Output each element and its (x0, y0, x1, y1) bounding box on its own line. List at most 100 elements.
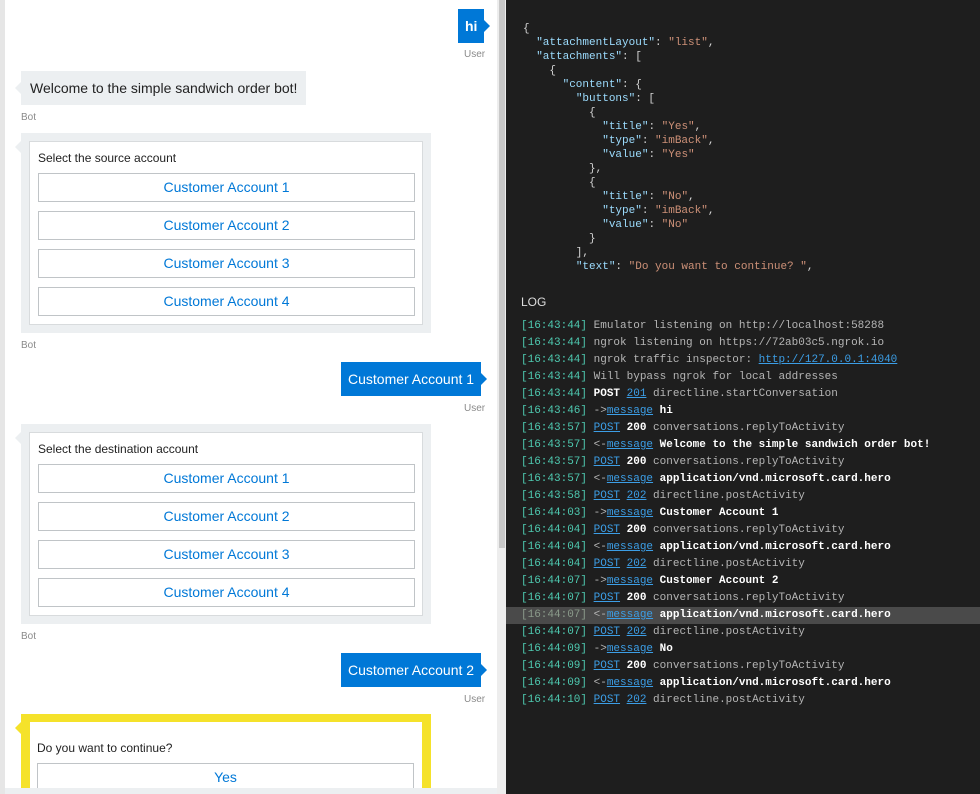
json-line: "type": "imBack", (523, 134, 980, 148)
log-link[interactable]: message (607, 609, 653, 621)
card-button[interactable]: Customer Account 4 (38, 287, 415, 316)
log-link[interactable]: message (607, 507, 653, 519)
card-text: Select the destination account (38, 442, 199, 456)
log-timestamp: [16:44:03] (521, 507, 588, 519)
card-button[interactable]: Customer Account 2 (38, 211, 415, 240)
bot-message[interactable]: Welcome to the simple sandwich order bot… (14, 71, 307, 105)
log-timestamp: [16:44:09] (521, 660, 588, 672)
log-link[interactable]: message (607, 643, 653, 655)
user-message[interactable]: Customer Account 2 (341, 653, 488, 687)
input-area[interactable] (5, 788, 501, 794)
log-link[interactable]: POST (594, 660, 620, 672)
log-text: 200 (620, 422, 647, 434)
log-row[interactable]: [16:44:09] POST 200 conversations.replyT… (506, 658, 980, 675)
log-link[interactable]: message (607, 575, 653, 587)
log-text: -> (593, 575, 607, 587)
log-link[interactable]: message (607, 405, 653, 417)
log-row[interactable]: [16:44:09] ->message No (506, 641, 980, 658)
card-button[interactable]: Customer Account 2 (38, 502, 415, 531)
json-inspector[interactable]: { "attachmentLayout": "list", "attachmen… (523, 22, 980, 280)
log-link[interactable]: POST (594, 422, 620, 434)
log-row[interactable]: [16:43:44] POST 201 directline.startConv… (506, 386, 980, 403)
log-text: hi (653, 405, 673, 417)
log-link[interactable]: POST (594, 694, 620, 706)
log-row[interactable]: [16:43:57] POST 200 conversations.replyT… (506, 454, 980, 471)
hero-card[interactable]: Select the destination account Customer … (15, 424, 431, 624)
log-row-selected[interactable]: [16:44:07] <-message application/vnd.mic… (506, 607, 980, 624)
log-link[interactable]: 202 (627, 626, 647, 638)
json-token: "Do you want to continue? " (628, 261, 807, 273)
log-row[interactable]: [16:43:57] <-message application/vnd.mic… (506, 471, 980, 488)
log-row[interactable]: [16:44:04] <-message application/vnd.mic… (506, 539, 980, 556)
log-row[interactable]: [16:43:44] ngrok traffic inspector: http… (506, 352, 980, 369)
log-link[interactable]: 202 (627, 558, 647, 570)
card-button[interactable]: Customer Account 4 (38, 578, 415, 607)
log-row[interactable]: [16:44:04] POST 200 conversations.replyT… (506, 522, 980, 539)
hero-card[interactable]: Select the source account Customer Accou… (15, 133, 431, 333)
log-link[interactable]: 201 (627, 388, 647, 400)
selected-hero-card[interactable]: Do you want to continue? Yes (15, 714, 431, 794)
card-button[interactable]: Customer Account 1 (38, 173, 415, 202)
log-row[interactable]: [16:43:44] Will bypass ngrok for local a… (506, 369, 980, 386)
log-row[interactable]: [16:44:09] <-message application/vnd.mic… (506, 675, 980, 692)
log-link[interactable]: POST (594, 456, 620, 468)
log-row[interactable]: [16:43:44] Emulator listening on http://… (506, 318, 980, 335)
log-row[interactable]: [16:44:07] POST 202 directline.postActiv… (506, 624, 980, 641)
json-token: , (707, 205, 715, 217)
log-timestamp: [16:44:07] (521, 575, 588, 587)
json-token: "title" (602, 191, 649, 203)
log-timestamp: [16:43:57] (521, 456, 588, 468)
log-timestamp: [16:44:09] (521, 677, 588, 689)
log-timestamp: [16:44:07] (521, 592, 588, 604)
log-timestamp: [16:44:04] (521, 558, 588, 570)
chat-pane: hi User Welcome to the simple sandwich o… (0, 0, 506, 794)
log-link[interactable]: 202 (627, 694, 647, 706)
json-line: { (523, 176, 980, 190)
log-text: Emulator listening on http://localhost:5… (593, 320, 885, 332)
log-link[interactable]: POST (594, 490, 620, 502)
log-link[interactable]: POST (594, 524, 620, 536)
log-row[interactable]: [16:44:10] POST 202 directline.postActiv… (506, 692, 980, 709)
user-message[interactable]: Customer Account 1 (341, 362, 488, 396)
scrollbar-thumb[interactable] (499, 0, 505, 548)
log-row[interactable]: [16:43:46] ->message hi (506, 403, 980, 420)
log-row[interactable]: [16:43:44] ngrok listening on https://72… (506, 335, 980, 352)
card-button[interactable]: Customer Account 3 (38, 540, 415, 569)
json-token: } (523, 233, 596, 245)
log-link[interactable]: message (607, 439, 653, 451)
log-link[interactable]: message (607, 541, 653, 553)
log-row[interactable]: [16:44:03] ->message Customer Account 1 (506, 505, 980, 522)
log-text: <- (593, 541, 607, 553)
log-text: directline.startConversation (646, 388, 838, 400)
json-line: "title": "Yes", (523, 120, 980, 134)
log-timestamp: [16:43:58] (521, 490, 588, 502)
json-token: : (648, 149, 662, 161)
log-timestamp: [16:44:07] (521, 609, 588, 621)
log-link[interactable]: message (607, 473, 653, 485)
user-message[interactable]: hi (458, 9, 492, 43)
log-text: directline.postActivity (646, 558, 805, 570)
pane-edge (0, 0, 5, 794)
log-link[interactable]: POST (594, 626, 620, 638)
card-button[interactable]: Customer Account 1 (38, 464, 415, 493)
log-text: conversations.replyToActivity (646, 524, 845, 536)
log-row[interactable]: [16:43:57] POST 200 conversations.replyT… (506, 420, 980, 437)
log-row[interactable]: [16:43:58] POST 202 directline.postActiv… (506, 488, 980, 505)
log-link[interactable]: message (607, 677, 653, 689)
log-row[interactable]: [16:44:04] POST 202 directline.postActiv… (506, 556, 980, 573)
log-row[interactable]: [16:43:57] <-message Welcome to the simp… (506, 437, 980, 454)
log-link[interactable]: http://127.0.0.1:4040 (759, 354, 898, 366)
json-token: "value" (602, 149, 649, 161)
json-token: "type" (602, 135, 642, 147)
log-link[interactable]: POST (594, 592, 620, 604)
log-timestamp: [16:43:46] (521, 405, 588, 417)
card-button[interactable]: Customer Account 3 (38, 249, 415, 278)
log-row[interactable]: [16:44:07] ->message Customer Account 2 (506, 573, 980, 590)
log-panel: [16:43:44] Emulator listening on http://… (506, 318, 980, 709)
log-row[interactable]: [16:44:07] POST 200 conversations.replyT… (506, 590, 980, 607)
log-link[interactable]: POST (594, 558, 620, 570)
log-link[interactable]: 202 (627, 490, 647, 502)
